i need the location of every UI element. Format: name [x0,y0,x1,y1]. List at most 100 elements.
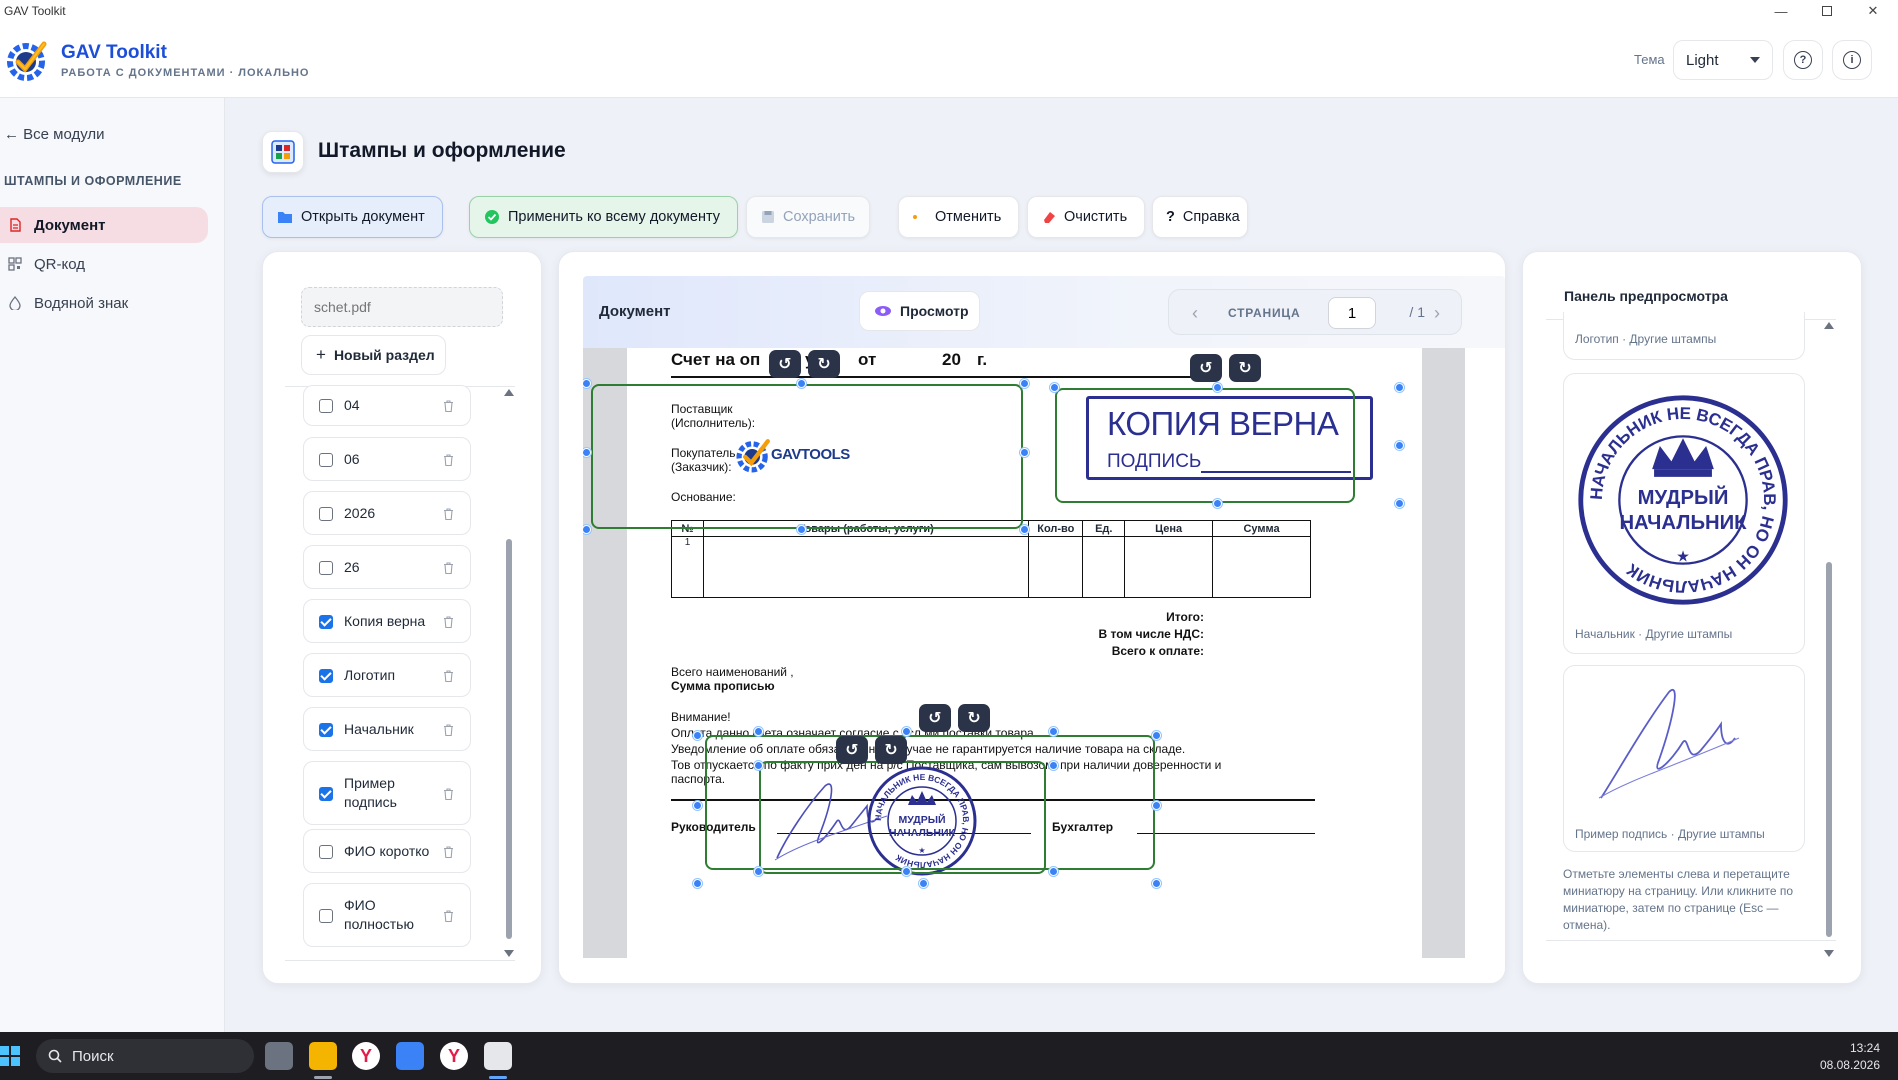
resize-handle[interactable] [754,761,763,770]
stamp-item-04[interactable]: 04 [303,385,471,426]
rotate-right-button[interactable]: ↻ [1229,354,1261,382]
close-button[interactable]: ✕ [1850,0,1896,22]
trash-icon[interactable] [443,616,454,628]
resize-handle[interactable] [754,867,763,876]
system-clock[interactable]: 13:24 08.08.2026 [1820,1040,1880,1074]
prev-page-button[interactable]: ‹ [1177,290,1213,336]
scroll-down-icon[interactable] [1824,950,1834,957]
open-document-button[interactable]: Открыть документ [262,196,443,238]
preview-button[interactable]: Просмотр [859,291,980,331]
minimize-button[interactable]: — [1758,0,1804,22]
apply-all-button[interactable]: Применить ко всему документу [469,196,738,238]
stamp-item-06[interactable]: 06 [303,437,471,481]
stamp-checkbox[interactable] [319,615,333,629]
resize-handle[interactable] [754,727,763,736]
stamp-checkbox[interactable] [319,507,333,521]
resize-handle[interactable] [1049,727,1058,736]
rotate-left-button[interactable]: ↺ [1190,354,1222,382]
stamp-checkbox[interactable] [319,561,333,575]
rotate-left-button[interactable]: ↺ [769,350,801,378]
resize-handle[interactable] [583,379,591,388]
selection-frame-kopia[interactable] [1055,388,1355,503]
taskbar-search[interactable]: Поиск [36,1039,254,1073]
resize-handle[interactable] [1213,383,1222,392]
trash-icon[interactable] [443,910,454,922]
resize-handle[interactable] [919,879,928,888]
resize-handle[interactable] [693,731,702,740]
stamp-checkbox[interactable] [319,787,333,801]
remote-desktop-icon[interactable] [396,1042,424,1070]
stamp-checkbox[interactable] [319,845,333,859]
save-button[interactable]: Сохранить [746,196,870,238]
selection-frame-seal[interactable] [759,761,1046,874]
trash-icon[interactable] [443,400,454,412]
trash-icon[interactable] [443,670,454,682]
resize-handle[interactable] [583,525,591,534]
stamp-item-nachalnik[interactable]: Начальник [303,707,471,751]
file-name-input[interactable] [301,287,503,327]
resize-handle[interactable] [1395,441,1404,450]
stamp-item-signature[interactable]: Пример подпись [303,761,471,825]
document-canvas[interactable]: Счет на оп у от 20 г. Поставщик (Исполни… [583,348,1465,958]
sidebar-item-document[interactable]: Документ [0,207,208,243]
preview-card-logo[interactable]: Логотип · Другие штампы [1563,312,1805,360]
theme-select[interactable]: Light [1673,40,1773,80]
resize-handle[interactable] [1020,379,1029,388]
file-explorer-icon[interactable] [309,1042,337,1070]
preview-card-signature[interactable]: Пример подпись · Другие штампы [1563,665,1805,852]
preview-card-nachalnik[interactable]: НАЧАЛЬНИК НЕ ВСЕГДА ПРАВ, НО ОН НАЧАЛЬНИ… [1563,373,1805,654]
help-button[interactable]: ? [1783,40,1823,80]
next-page-button[interactable]: › [1419,290,1455,336]
sidebar-item-watermark[interactable]: Водяной знак [0,285,208,321]
trash-icon[interactable] [443,788,454,800]
resize-handle[interactable] [1213,499,1222,508]
stamp-checkbox[interactable] [319,723,333,737]
rotate-left-button[interactable]: ↺ [919,704,951,732]
task-view-icon[interactable] [265,1042,293,1070]
stamp-checkbox[interactable] [319,669,333,683]
yandex-browser-2-icon[interactable]: Y [440,1042,468,1070]
resize-handle[interactable] [693,879,702,888]
resize-handle[interactable] [1050,383,1059,392]
resize-handle[interactable] [1152,801,1161,810]
restore-button[interactable] [1804,0,1850,22]
scroll-up-icon[interactable] [504,389,514,396]
stamp-item-fio-short[interactable]: ФИО коротко [303,829,471,873]
rotate-left-button[interactable]: ↺ [836,736,868,764]
resize-handle[interactable] [1049,761,1058,770]
trash-icon[interactable] [443,454,454,466]
preview-scrollbar[interactable] [1824,322,1834,958]
stamp-item-26[interactable]: 26 [303,545,471,589]
resize-handle[interactable] [797,379,806,388]
stamp-list-scrollbar[interactable] [504,389,514,957]
stamp-item-logo[interactable]: Логотип [303,653,471,697]
resize-handle[interactable] [1395,499,1404,508]
resize-handle[interactable] [902,867,911,876]
resize-handle[interactable] [797,525,806,534]
scroll-thumb[interactable] [1826,562,1832,937]
rotate-right-button[interactable]: ↻ [808,350,840,378]
trash-icon[interactable] [443,724,454,736]
stamp-checkbox[interactable] [319,399,333,413]
trash-icon[interactable] [443,508,454,520]
rotate-right-button[interactable]: ↻ [958,704,990,732]
resize-handle[interactable] [1049,867,1058,876]
windows-start-icon[interactable] [0,1046,20,1066]
help-doc-button[interactable]: ? Справка [1152,196,1248,238]
stamp-item-2026[interactable]: 2026 [303,491,471,535]
resize-handle[interactable] [1152,879,1161,888]
sidebar-item-qr[interactable]: QR-код [0,246,208,282]
undo-button[interactable]: Отменить [898,196,1019,238]
rotate-right-button[interactable]: ↻ [875,736,907,764]
back-to-modules-link[interactable]: ← Все модули [4,126,105,143]
stamp-checkbox[interactable] [319,453,333,467]
stamp-item-kopia-verna[interactable]: Копия верна [303,599,471,643]
stamp-item-fio-full[interactable]: ФИО полностью [303,883,471,947]
stamp-checkbox[interactable] [319,909,333,923]
resize-handle[interactable] [902,727,911,736]
resize-handle[interactable] [693,801,702,810]
info-button[interactable]: i [1832,40,1872,80]
trash-icon[interactable] [443,846,454,858]
trash-icon[interactable] [443,562,454,574]
resize-handle[interactable] [1152,731,1161,740]
